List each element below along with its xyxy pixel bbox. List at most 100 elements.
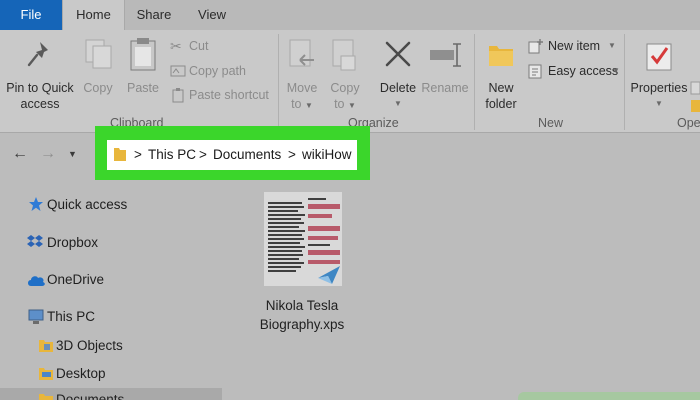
ribbon-separator [624, 34, 625, 130]
new-item-label: New item [548, 39, 601, 53]
move-to-icon [289, 39, 314, 67]
nav-item-label: This PC [47, 309, 96, 324]
file-item[interactable]: Nikola Tesla Biography.xps [222, 192, 382, 342]
tab-home[interactable]: Home [62, 0, 125, 30]
copy-path-label: Copy path [189, 64, 246, 78]
breadcrumb-wikihow[interactable]: wikiHow [302, 147, 352, 162]
delete-icon [385, 41, 411, 67]
properties-icon [646, 43, 672, 71]
tab-share[interactable]: Share [125, 0, 183, 30]
pin-icon [27, 42, 48, 67]
chevron-down-icon: ▼ [394, 99, 402, 108]
rename-button[interactable]: Rename [420, 34, 470, 114]
nav-item-label: Dropbox [47, 235, 99, 250]
open-icon[interactable] [690, 80, 700, 120]
computer-icon [28, 309, 44, 324]
dropbox-icon [27, 235, 43, 247]
recent-locations-chevron-icon[interactable]: ▼ [68, 149, 77, 159]
nav-item-label: 3D Objects [56, 338, 123, 353]
copy-path-button[interactable]: Copy path [170, 63, 280, 81]
back-arrow-icon[interactable]: ← [12, 145, 28, 163]
chevron-down-icon: ▼ [305, 101, 313, 110]
cut-button[interactable]: ✂ Cut [170, 38, 250, 56]
nav-item-dropbox[interactable]: Dropbox [0, 232, 222, 254]
new-folder-line1: New [488, 81, 514, 95]
tab-file[interactable]: File [0, 0, 62, 30]
properties-label: Properties [630, 81, 688, 95]
clipboard-icon [130, 38, 156, 71]
copy-to-button[interactable]: Copy to ▼ [325, 34, 365, 114]
file-name-line2: Biography.xps [259, 317, 345, 332]
status-chip [518, 392, 700, 400]
new-item-icon [528, 39, 543, 54]
paste-label: Paste [127, 81, 159, 95]
chevron-down-icon: ▼ [348, 101, 356, 110]
chevron-down-icon: ▼ [608, 41, 616, 50]
easy-access-label: Easy access [548, 64, 619, 78]
xps-document-icon [264, 192, 342, 286]
folder-icon [39, 394, 53, 400]
nav-item-onedrive[interactable]: OneDrive [0, 269, 222, 291]
breadcrumb-separator[interactable]: > [199, 147, 207, 162]
move-to-button[interactable]: Move to ▼ [282, 34, 322, 114]
delete-label: Delete [379, 81, 417, 95]
new-folder-line2: folder [485, 97, 517, 111]
new-group-label: New [538, 116, 564, 130]
ribbon-tab-bar: File Home Share View [0, 0, 700, 30]
folder-icon [489, 46, 513, 66]
copy-icon [85, 39, 112, 69]
paste-button[interactable]: Paste [122, 34, 164, 114]
pin-label-line1: Pin to Quick [6, 81, 74, 95]
rename-icon [430, 43, 461, 67]
copy-label: Copy [83, 81, 113, 95]
scissors-icon: ✂ [170, 38, 182, 54]
nav-item-documents[interactable]: Documents [0, 390, 222, 400]
file-list: Nikola Tesla Biography.xps [222, 180, 700, 400]
breadcrumb-this-pc[interactable]: This PC [148, 147, 196, 162]
address-bar[interactable]: > This PC > Documents > wikiHow [107, 140, 357, 170]
nav-item-quick-access[interactable]: Quick access [0, 194, 222, 216]
paste-shortcut-button[interactable]: Paste shortcut [170, 87, 280, 105]
breadcrumb-separator[interactable]: > [134, 147, 142, 162]
easy-access-icon [528, 64, 542, 79]
star-icon [29, 197, 43, 211]
pin-label-line2: access [20, 97, 60, 111]
delete-button[interactable]: Delete ▼ [376, 34, 420, 114]
file-name-line1: Nikola Tesla [265, 298, 339, 313]
copy-to-line2: to ▼ [334, 97, 356, 111]
cloud-icon [28, 276, 45, 286]
folder-icon [39, 368, 53, 380]
nav-item-desktop[interactable]: Desktop [0, 363, 222, 385]
paste-shortcut-label: Paste shortcut [189, 88, 269, 102]
copy-button[interactable]: Copy [78, 34, 118, 114]
open-group-label: Ope [677, 116, 700, 130]
folder-icon [114, 148, 126, 161]
easy-access-button[interactable]: Easy access ▼ [528, 63, 620, 81]
nav-item-3d-objects[interactable]: 3D Objects [0, 335, 222, 357]
nav-item-label: Quick access [47, 197, 128, 212]
nav-item-label: Documents [56, 392, 125, 400]
tab-view[interactable]: View [183, 0, 241, 30]
folder-icon [39, 340, 53, 352]
properties-button[interactable]: Properties ▼ [628, 34, 690, 114]
nav-item-this-pc[interactable]: This PC [0, 306, 222, 328]
move-to-line2: to ▼ [291, 97, 313, 111]
new-item-button[interactable]: New item ▼ [528, 38, 616, 56]
copy-to-icon [332, 39, 356, 71]
navigation-pane: Quick access Dropbox OneDrive This PC 3D… [0, 180, 222, 400]
cut-label: Cut [189, 39, 209, 53]
copy-to-line1: Copy [330, 81, 360, 95]
paste-shortcut-icon [172, 88, 184, 103]
copy-path-icon [170, 65, 186, 77]
ribbon: Pin to Quick access Copy Paste ✂ Cut Cop… [0, 30, 700, 133]
ribbon-separator [278, 34, 279, 130]
forward-arrow-icon[interactable]: → [40, 145, 56, 163]
breadcrumb-separator[interactable]: > [288, 147, 296, 162]
move-to-line1: Move [286, 81, 318, 95]
chevron-down-icon: ▼ [612, 66, 620, 75]
chevron-down-icon: ▼ [655, 99, 663, 108]
ribbon-separator [474, 34, 475, 130]
breadcrumb-documents[interactable]: Documents [213, 147, 281, 162]
new-folder-button[interactable]: New folder [478, 34, 524, 114]
pin-to-quick-access-button[interactable]: Pin to Quick access [4, 34, 76, 114]
